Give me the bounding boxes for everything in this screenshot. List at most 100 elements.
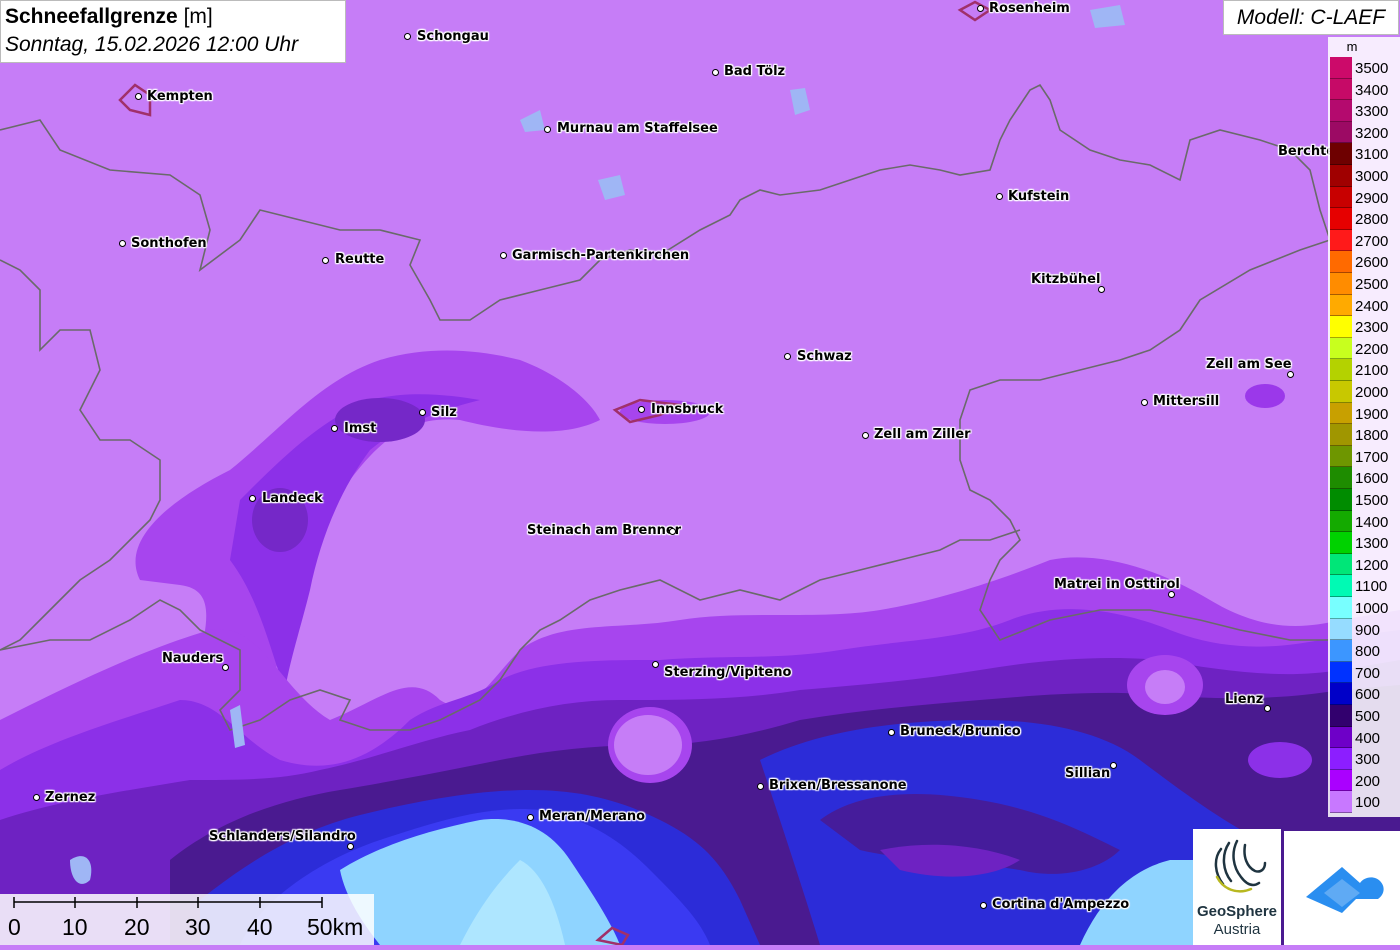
legend-swatch xyxy=(1330,165,1352,187)
snowline-island-matrei-inner xyxy=(1145,670,1185,704)
city-label: Brixen/Bressanone xyxy=(769,778,907,793)
city-label: Schwaz xyxy=(797,349,852,364)
legend-swatch xyxy=(1330,769,1352,792)
legend-label: 2600 xyxy=(1355,254,1389,272)
legend-row: 3000 xyxy=(1328,165,1400,187)
city-dot xyxy=(1098,286,1105,293)
legend-label: 2100 xyxy=(1355,362,1389,380)
legend-row: 800 xyxy=(1328,640,1400,662)
city-dot xyxy=(544,126,551,133)
city-label: Silz xyxy=(431,405,457,420)
legend-swatch xyxy=(1330,337,1352,360)
legend-swatch xyxy=(1330,575,1352,597)
legend-row: 2900 xyxy=(1328,186,1400,209)
legend-label: 2400 xyxy=(1355,297,1389,315)
scale-label: 30 xyxy=(185,914,211,940)
city-dot xyxy=(996,193,1003,200)
legend-swatch xyxy=(1330,121,1352,144)
legend-label: 3500 xyxy=(1355,60,1389,77)
city-label: Zernez xyxy=(45,790,96,805)
legend-swatch xyxy=(1330,294,1352,317)
legend-swatch xyxy=(1330,597,1352,619)
city-dot xyxy=(1168,591,1175,598)
legend-label: 1300 xyxy=(1355,535,1389,553)
legend-swatch xyxy=(1330,467,1352,489)
map-title-unit: [m] xyxy=(183,5,213,28)
city-label: Sterzing/Vipiteno xyxy=(664,665,792,680)
legend-row: 3100 xyxy=(1328,143,1400,165)
city-dot xyxy=(249,495,256,502)
legend-swatch xyxy=(1330,553,1352,576)
city-dot xyxy=(888,729,895,736)
geosphere-sub: Austria xyxy=(1213,921,1261,938)
city-dot xyxy=(347,843,354,850)
legend-label: 1800 xyxy=(1355,427,1389,445)
model-label: Modell: C-LAEF xyxy=(1223,0,1399,35)
snowline-island-lienz xyxy=(1248,742,1312,778)
legend-label: 2300 xyxy=(1355,319,1389,337)
legend-row: 2200 xyxy=(1328,337,1400,360)
legend-row: 2000 xyxy=(1328,381,1400,403)
city-label: Rosenheim xyxy=(989,1,1070,16)
legend-row: 3400 xyxy=(1328,78,1400,101)
city-dot xyxy=(1110,762,1117,769)
city-dot xyxy=(1141,399,1148,406)
scale-label: 0 xyxy=(8,914,21,940)
city-dot xyxy=(527,814,534,821)
legend-label: 3400 xyxy=(1355,81,1389,99)
legend-row: 2800 xyxy=(1328,208,1400,230)
city-dot xyxy=(669,528,676,535)
city-label: Sillian xyxy=(1065,766,1111,781)
legend-label: 300 xyxy=(1355,751,1381,769)
city-label: Kitzbühel xyxy=(1031,272,1101,287)
legend-swatch xyxy=(1330,510,1352,533)
city-dot xyxy=(862,432,869,439)
legend-label: 1600 xyxy=(1355,470,1389,488)
legend-row: 700 xyxy=(1328,661,1400,684)
scale-label: 50km xyxy=(307,914,364,940)
legend-swatch xyxy=(1330,424,1352,446)
legend-label: 2000 xyxy=(1355,384,1389,401)
legend-row: 3500 xyxy=(1328,57,1400,79)
legend-label: 700 xyxy=(1355,664,1381,682)
weather-app-logo[interactable] xyxy=(1284,831,1400,945)
legend-row: 1000 xyxy=(1328,597,1400,619)
legend-swatch xyxy=(1330,618,1352,641)
city-label: Murnau am Staffelsee xyxy=(557,121,718,136)
legend-row: 1700 xyxy=(1328,445,1400,468)
geosphere-logo[interactable]: GeoSphere Austria xyxy=(1193,829,1281,945)
legend-label: 2500 xyxy=(1355,276,1389,293)
city-label: Nauders xyxy=(162,651,224,666)
city-dot xyxy=(33,794,40,801)
snowline-map[interactable] xyxy=(0,0,1400,945)
legend-row: 200 xyxy=(1328,769,1400,792)
legend-row: 1300 xyxy=(1328,532,1400,554)
legend-label: 3000 xyxy=(1355,168,1389,185)
legend-row: 500 xyxy=(1328,705,1400,727)
legend-swatch xyxy=(1330,359,1352,381)
legend-label: 2200 xyxy=(1355,340,1389,358)
legend-row: 2700 xyxy=(1328,229,1400,252)
legend-swatch xyxy=(1330,445,1352,468)
city-label: Kufstein xyxy=(1008,189,1070,204)
legend-swatch xyxy=(1330,57,1352,79)
legend-row: 1800 xyxy=(1328,424,1400,446)
legend-row: 3300 xyxy=(1328,100,1400,122)
legend-swatch xyxy=(1330,143,1352,165)
map-title: Schneefallgrenze [m] xyxy=(5,3,341,31)
city-label: Imst xyxy=(344,421,377,436)
legend-swatch xyxy=(1330,726,1352,749)
geosphere-swirl-icon xyxy=(1214,839,1267,893)
legend-row: 3200 xyxy=(1328,121,1400,144)
city-label: Cortina d'Ampezzo xyxy=(992,897,1130,912)
city-label: Mittersill xyxy=(1153,394,1220,409)
cloud-house-icon xyxy=(1306,867,1384,913)
legend-swatch xyxy=(1330,640,1352,662)
city-dot xyxy=(419,409,426,416)
city-dot xyxy=(712,69,719,76)
legend-row: 2400 xyxy=(1328,294,1400,317)
city-label: Reutte xyxy=(335,252,385,267)
city-label: Berchte xyxy=(1278,144,1336,159)
color-legend: m 3500 3400 3300 3200 3100 3000 2900 2800 2700 26… xyxy=(1328,37,1400,817)
city-label: Matrei in Osttirol xyxy=(1054,577,1180,592)
